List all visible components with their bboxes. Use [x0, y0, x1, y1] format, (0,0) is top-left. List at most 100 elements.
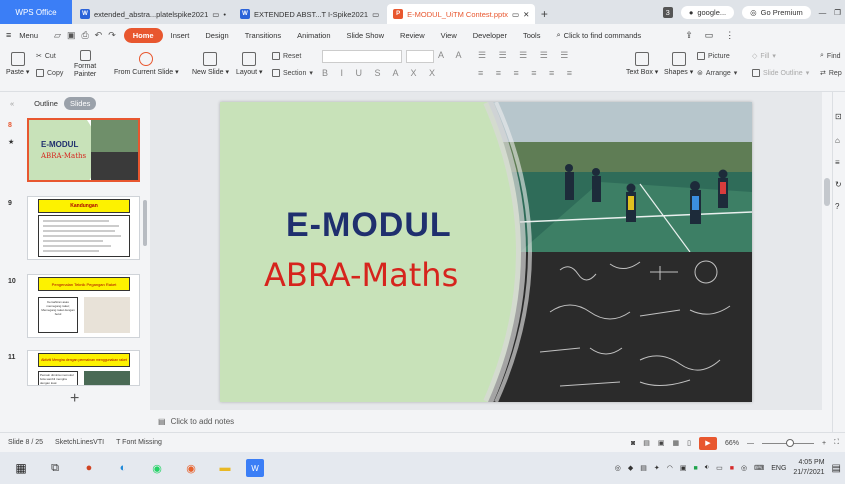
volume-icon[interactable]: 🔉︎ — [705, 464, 709, 472]
slide-thumb-11[interactable]: Aktiviti Mengira dengan permainan menggu… — [27, 350, 140, 386]
powerpoint-taskbar-icon[interactable]: ● — [76, 455, 102, 481]
list-icons[interactable]: ☰ ☰ ☰ ☰ ☰ — [478, 50, 573, 61]
font-grow-shrink-icons[interactable]: A A — [438, 50, 467, 60]
tab-animation[interactable]: Animation — [289, 31, 338, 40]
more-icon[interactable]: ⋮ — [725, 30, 734, 41]
section-button[interactable]: Section ▾ — [272, 69, 313, 77]
tab-developer[interactable]: Developer — [465, 31, 515, 40]
arrange-button[interactable]: ⊜ Arrange ▾ — [697, 69, 737, 78]
tab-view[interactable]: View — [433, 31, 465, 40]
theme-name[interactable]: SketchLinesVTI — [55, 439, 104, 446]
protect-icon[interactable]: ◙ — [631, 440, 635, 447]
shapes-button[interactable]: Shapes ▾ — [664, 52, 693, 76]
wifi-icon[interactable]: ◠ — [667, 464, 673, 472]
tab-insert[interactable]: Insert — [163, 31, 198, 40]
layout-button[interactable]: Layout ▾ — [236, 52, 263, 76]
tab-tools[interactable]: Tools — [515, 31, 549, 40]
language-indicator[interactable]: ENG — [771, 465, 786, 472]
tab-design[interactable]: Design — [197, 31, 236, 40]
tray-app-icon[interactable]: ✦ — [654, 464, 660, 472]
tab-outline[interactable]: Outline — [34, 99, 58, 108]
slide-thumb-9[interactable]: Kandungan — [27, 196, 140, 260]
zoom-level[interactable]: 66% — [725, 440, 739, 447]
scroll-thumb[interactable] — [824, 178, 830, 206]
network-icon[interactable]: ▭ — [716, 464, 723, 472]
slide-thumb-10[interactable]: Pengenalan Teknik Pegangan Raket Kemahir… — [27, 274, 140, 338]
tab-review[interactable]: Review — [392, 31, 433, 40]
undo-icon[interactable]: ↶ — [95, 30, 103, 41]
fill-button[interactable]: ◇ Fill ▾ — [752, 52, 776, 61]
current-slide[interactable]: E-MODUL ABRA-Maths — [220, 102, 752, 402]
text-box-button[interactable]: Text Box ▾ — [626, 52, 658, 76]
cut-button[interactable]: ✂ Cut — [36, 52, 56, 61]
redo-icon[interactable]: ↷ — [108, 30, 116, 41]
slide-subtitle[interactable]: ABRA-Maths — [264, 256, 458, 294]
sidebar-tool-icon[interactable]: ↻ — [835, 180, 842, 189]
format-painter-button[interactable]: Format Painter — [74, 50, 96, 79]
align-icons[interactable]: ≡ ≡ ≡ ≡ ≡ ≡ — [478, 68, 577, 78]
tray-app-icon[interactable]: ▤ — [640, 464, 647, 472]
doc-tab-3[interactable]: P E-MODUL_UiTM Contest.pptx ▭ ✕ — [387, 4, 536, 24]
add-slide-button[interactable]: + — [70, 390, 79, 408]
paste-button[interactable]: Paste ▾ — [6, 52, 29, 76]
canvas-scrollbar[interactable] — [822, 92, 832, 410]
save-icon[interactable]: ▣ — [67, 30, 76, 41]
tray-app-icon[interactable]: ◆ — [628, 464, 633, 472]
notification-icon[interactable]: ▤ — [832, 463, 841, 474]
notes-area[interactable]: ▤ Click to add notes — [150, 410, 832, 432]
keyboard-icon[interactable]: ⌨ — [754, 464, 764, 472]
clock[interactable]: 4:05 PM 21/7/2021 — [793, 458, 824, 478]
fit-window-icon[interactable]: ⛶ — [834, 439, 839, 447]
find-commands[interactable]: ⌕ Click to find commands — [548, 30, 641, 40]
reset-button[interactable]: Reset — [272, 52, 301, 60]
play-slideshow-button[interactable]: ▶ — [698, 436, 717, 450]
font-size-select[interactable] — [406, 50, 434, 63]
sidebar-tool-icon[interactable]: ⌂ — [835, 136, 840, 145]
tray-app-icon[interactable]: ■ — [730, 465, 734, 472]
tray-app-icon[interactable]: ■ — [693, 465, 697, 472]
font-name-select[interactable] — [322, 50, 402, 63]
print-icon[interactable]: ⎙ — [81, 30, 88, 41]
sorter-view-icon[interactable]: ▦ — [673, 439, 680, 447]
file-explorer-taskbar-icon[interactable]: ▬ — [212, 455, 238, 481]
text-format-icons[interactable]: B I U S A X X — [322, 68, 440, 78]
normal-view-icon[interactable]: ▣ — [658, 439, 665, 447]
doc-tab-1[interactable]: W extended_abstra...platelspike2021 ▭ • — [74, 4, 232, 24]
account-count-badge[interactable]: 3 — [662, 6, 673, 18]
slide-outline-button[interactable]: Slide Outline ▾ — [752, 69, 809, 77]
open-icon[interactable]: ▱ — [54, 30, 61, 41]
sidebar-help-icon[interactable]: ? — [835, 202, 839, 211]
zoom-out-icon[interactable]: — — [747, 440, 754, 447]
sidebar-tool-icon[interactable]: ⊡ — [835, 112, 842, 121]
edge-taskbar-icon[interactable]: ◐ — [110, 455, 136, 481]
whatsapp-taskbar-icon[interactable]: ◉ — [144, 455, 170, 481]
replace-button[interactable]: ⇄ Rep — [820, 69, 842, 78]
collapse-panel-icon[interactable]: « — [10, 99, 14, 108]
sidebar-tool-icon[interactable]: ≡ — [835, 158, 840, 167]
notes-toggle-icon[interactable]: ▤ — [643, 439, 650, 447]
wps-taskbar-icon[interactable]: W — [246, 459, 264, 477]
find-button[interactable]: ⌕ Find — [820, 52, 841, 60]
zoom-slider-knob[interactable] — [786, 438, 794, 447]
copy-button[interactable]: Copy — [36, 69, 63, 77]
premium-button[interactable]: ◎ Go Premium — [742, 5, 811, 19]
minimize-icon[interactable]: — — [819, 8, 827, 17]
menu-button[interactable]: Menu — [11, 31, 46, 40]
tab-slides[interactable]: Slides — [63, 96, 97, 110]
share-icon[interactable]: ⇪ — [685, 30, 693, 41]
firefox-taskbar-icon[interactable]: ◉ — [178, 455, 204, 481]
new-tab-button[interactable]: + — [535, 4, 553, 24]
tab-home[interactable]: Home — [123, 27, 163, 43]
tray-app-icon[interactable]: ◎ — [741, 464, 747, 472]
windows-start-icon[interactable]: ▦ — [8, 455, 34, 481]
slide-title[interactable]: E-MODUL — [286, 206, 452, 245]
task-view-icon[interactable]: ⧉ — [42, 455, 68, 481]
from-current-slide-button[interactable]: From Current Slide ▾ — [114, 52, 179, 76]
tab-slide-show[interactable]: Slide Show — [339, 31, 393, 40]
zoom-slider[interactable] — [762, 438, 814, 447]
comment-icon[interactable]: ▭ — [705, 30, 714, 41]
new-slide-button[interactable]: New Slide ▾ — [192, 52, 229, 76]
tray-app-icon[interactable]: ◎ — [615, 464, 621, 472]
tab-close-icon[interactable]: ✕ — [523, 10, 529, 19]
restore-icon[interactable]: ❐ — [834, 8, 841, 17]
